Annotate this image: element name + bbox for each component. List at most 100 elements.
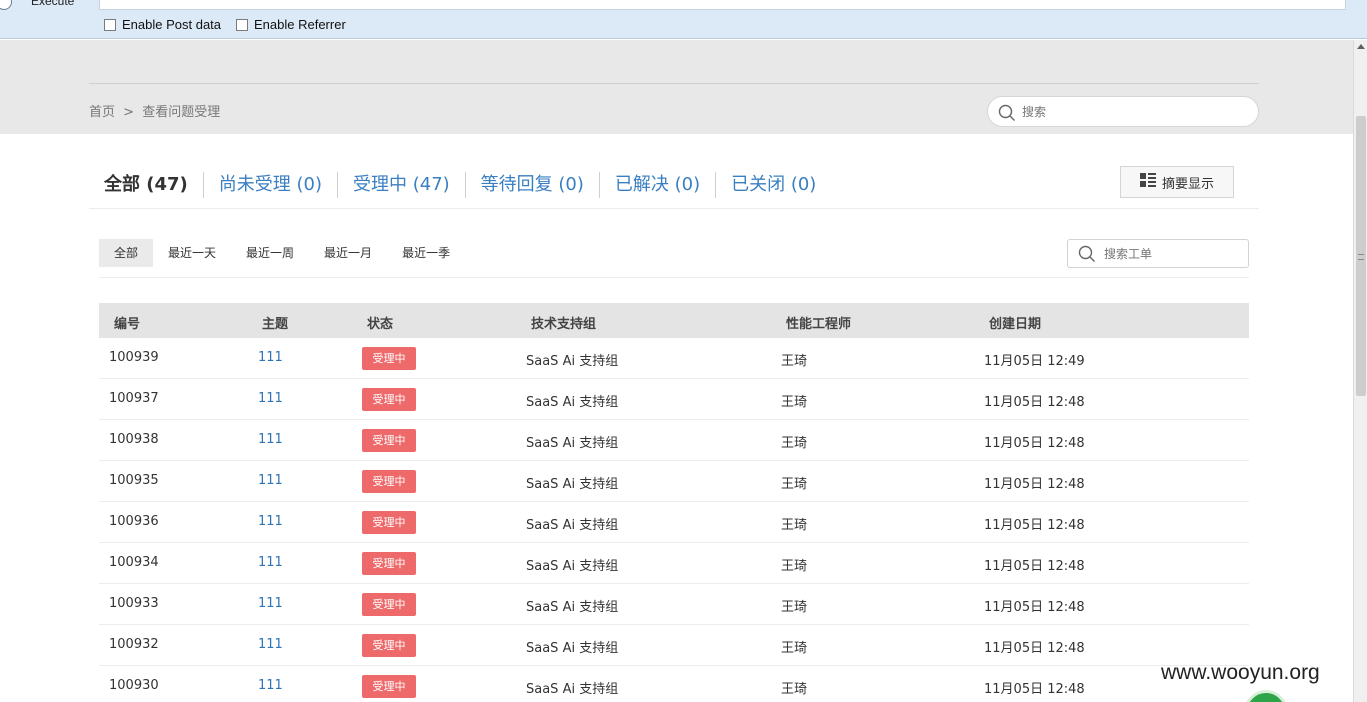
status-badge: 受理中 [362,634,416,657]
engineer-name: 王琦 [781,395,808,410]
table-row[interactable]: 100932 111 受理中 SaaS Ai 支持组 王琦 11月05日 12:48 [99,625,1249,666]
ticket-subject-link[interactable]: 111 [258,350,283,365]
execute-button[interactable]: Execute [31,0,74,8]
ticket-subject-link[interactable]: 111 [258,555,283,570]
filter-last-week[interactable]: 最近一周 [231,239,309,267]
ticket-subject-link[interactable]: 111 [258,637,283,652]
created-date: 11月05日 12:48 [984,600,1085,615]
page-scrollbar[interactable] [1353,40,1367,702]
header-engineer: 性能工程师 [786,317,852,332]
filters-divider [99,277,1249,278]
scrollbar-grip-icon [1358,254,1364,260]
top-search-box[interactable] [987,96,1259,127]
engineer-name: 王琦 [781,559,808,574]
status-badge: 受理中 [362,593,416,616]
table-row[interactable]: 100939 111 受理中 SaaS Ai 支持组 王琦 11月05日 12:49 [99,338,1249,379]
table-row[interactable]: 100936 111 受理中 SaaS Ai 支持组 王琦 11月05日 12:48 [99,502,1249,543]
support-group: SaaS Ai 支持组 [526,395,619,410]
ticket-id: 100933 [109,596,159,611]
status-badge: 受理中 [362,675,416,698]
tickets-table: 编号 主题 状态 技术支持组 性能工程师 创建日期 100939 111 受理中 Sa… [99,303,1249,702]
enable-referrer-label: Enable Referrer [254,17,346,32]
search-icon [1078,245,1096,267]
status-badge: 受理中 [362,388,416,411]
tab-in-progress[interactable]: 受理中 (47) [337,172,465,198]
engineer-name: 王琦 [781,641,808,656]
hackbar-toolbar: Execute Enable Post data Enable Referrer [0,0,1367,39]
filter-last-day[interactable]: 最近一天 [153,239,231,267]
tab-all[interactable]: 全部 (47) [104,172,203,198]
ticket-id: 100936 [109,514,159,529]
scroll-up-arrow-icon[interactable] [1357,44,1365,49]
ticket-id: 100938 [109,432,159,447]
created-date: 11月05日 12:48 [984,682,1085,697]
tab-not-accepted[interactable]: 尚未受理 (0) [202,172,337,198]
support-group: SaaS Ai 支持组 [526,641,619,656]
ticket-search-box[interactable] [1067,239,1249,268]
watermark-logo-icon [1244,690,1288,702]
created-date: 11月05日 12:49 [984,354,1085,369]
ticket-subject-link[interactable]: 111 [258,391,283,406]
ticket-id: 100935 [109,473,159,488]
ticket-search-input[interactable] [1104,245,1239,263]
summary-view-button[interactable]: 摘要显示 [1120,166,1234,198]
enable-post-checkbox[interactable] [104,18,116,31]
time-filters: 全部 最近一天 最近一周 最近一月 最近一季 [99,239,465,267]
ticket-id: 100932 [109,637,159,652]
ticket-id: 100934 [109,555,159,570]
header-created-date: 创建日期 [989,317,1042,332]
status-badge: 受理中 [362,429,416,452]
table-header: 编号 主题 状态 技术支持组 性能工程师 创建日期 [99,303,1249,338]
ticket-subject-link[interactable]: 111 [258,514,283,529]
created-date: 11月05日 12:48 [984,641,1085,656]
table-row[interactable]: 100935 111 受理中 SaaS Ai 支持组 王琦 11月05日 12:48 [99,461,1249,502]
engineer-name: 王琦 [781,354,808,369]
enable-post-label: Enable Post data [122,17,222,32]
summary-view-label: 摘要显示 [1161,176,1214,192]
tabs-divider [89,208,1259,209]
enable-referrer-option[interactable]: Enable Referrer [236,17,346,32]
breadcrumb-current: 查看问题受理 [142,105,221,120]
status-badge: 受理中 [362,511,416,534]
breadcrumb-home-link[interactable]: 首页 [89,105,115,120]
created-date: 11月05日 12:48 [984,477,1085,492]
header-subject: 主题 [262,317,289,332]
status-badge: 受理中 [362,347,416,370]
ticket-subject-link[interactable]: 111 [258,678,283,693]
breadcrumb: 首页 > 查看问题受理 [89,101,220,120]
top-search-input[interactable] [1022,103,1242,121]
created-date: 11月05日 12:48 [984,436,1085,451]
support-group: SaaS Ai 支持组 [526,600,619,615]
ticket-id: 100937 [109,391,159,406]
watermark-text: www.wooyun.org [1161,661,1320,684]
ticket-subject-link[interactable]: 111 [258,596,283,611]
status-tabs: 全部 (47) 尚未受理 (0) 受理中 (47) 等待回复 (0) 已解决 (… [104,172,831,198]
tab-closed[interactable]: 已关闭 (0) [715,172,831,198]
status-badge: 受理中 [362,470,416,493]
table-row[interactable]: 100934 111 受理中 SaaS Ai 支持组 王琦 11月05日 12:48 [99,543,1249,584]
breadcrumb-separator: > [123,105,135,120]
table-row[interactable]: 100930 111 受理中 SaaS Ai 支持组 王琦 11月05日 12:48 [99,666,1249,702]
support-group: SaaS Ai 支持组 [526,477,619,492]
support-group: SaaS Ai 支持组 [526,682,619,697]
filter-all[interactable]: 全部 [99,239,154,267]
table-row[interactable]: 100937 111 受理中 SaaS Ai 支持组 王琦 11月05日 12:48 [99,379,1249,420]
tab-resolved[interactable]: 已解决 (0) [598,172,715,198]
engineer-name: 王琦 [781,682,808,697]
enable-post-option[interactable]: Enable Post data [104,17,221,32]
table-row[interactable]: 100938 111 受理中 SaaS Ai 支持组 王琦 11月05日 12:48 [99,420,1249,461]
table-row[interactable]: 100933 111 受理中 SaaS Ai 支持组 王琦 11月05日 12:48 [99,584,1249,625]
support-group: SaaS Ai 支持组 [526,518,619,533]
search-icon [998,104,1016,126]
tab-awaiting-reply[interactable]: 等待回复 (0) [464,172,599,198]
url-input[interactable] [99,0,1346,10]
enable-referrer-checkbox[interactable] [236,18,248,31]
support-group: SaaS Ai 支持组 [526,354,619,369]
ticket-subject-link[interactable]: 111 [258,432,283,447]
ticket-subject-link[interactable]: 111 [258,473,283,488]
filter-last-quarter[interactable]: 最近一季 [387,239,465,267]
engineer-name: 王琦 [781,518,808,533]
ticket-id: 100930 [109,678,159,693]
filter-last-month[interactable]: 最近一月 [309,239,387,267]
execute-icon[interactable] [0,0,12,10]
